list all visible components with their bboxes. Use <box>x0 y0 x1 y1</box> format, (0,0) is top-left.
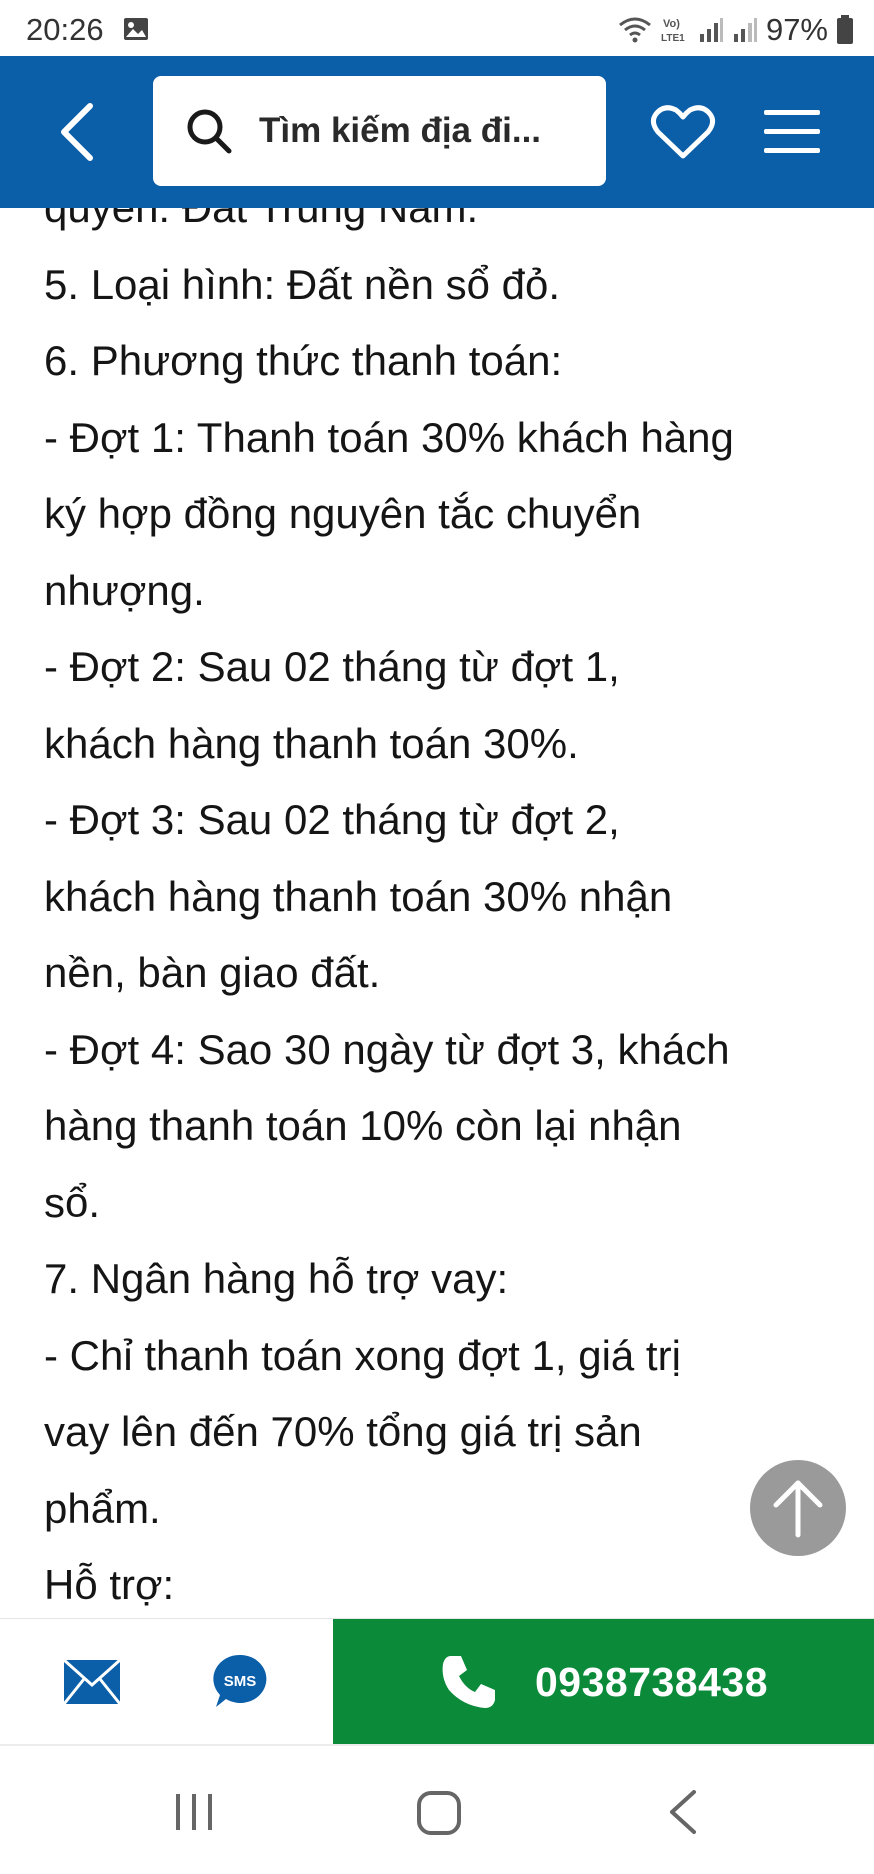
back-arrow-icon <box>61 103 93 161</box>
description-line: - Đợt 2: Sau 02 tháng từ đợt 1, <box>44 643 620 690</box>
description-line: 5. Loại hình: Đất nền sổ đỏ. <box>44 260 561 308</box>
wifi-icon <box>619 17 651 43</box>
listing-description: quyền: Đất Trung Nam. 5. Loại hình: Đất n… <box>0 208 874 1618</box>
status-bar: 20:26 Vo) LTE1 97% <box>0 0 874 56</box>
recent-apps-icon[interactable] <box>172 1790 216 1834</box>
status-time: 20:26 <box>26 12 104 47</box>
svg-text:Vo): Vo) <box>663 18 680 30</box>
email-icon[interactable] <box>62 1657 122 1707</box>
battery-icon <box>837 15 853 44</box>
signal-icon <box>699 18 723 42</box>
description-line: hàng thanh toán 10% còn lại nhận <box>44 1102 682 1149</box>
description-line: quyền: Đất Trung Nam. <box>44 208 844 247</box>
phone-number: 0938738438 <box>534 1658 769 1705</box>
description-line: khách hàng thanh toán 30%. <box>44 719 579 767</box>
description-line: phẩm. <box>44 1484 161 1532</box>
phone-icon <box>442 1656 495 1708</box>
call-button[interactable]: 0938738438 <box>333 1619 874 1745</box>
home-icon[interactable] <box>416 1790 462 1836</box>
arrow-up-icon <box>773 1480 823 1538</box>
description-line: - Đợt 1: Thanh toán 30% khách hàng <box>44 413 734 461</box>
contact-bar: SMS 0938738438 <box>0 1618 874 1745</box>
svg-text:LTE1: LTE1 <box>661 33 685 44</box>
heart-icon[interactable] <box>650 102 716 162</box>
back-button[interactable] <box>46 96 106 168</box>
battery-percent: 97% <box>765 12 828 47</box>
description-line: 6. Phương thức thanh toán: <box>44 337 563 384</box>
signal-icon <box>733 18 757 42</box>
description-line: - Chỉ thanh toán xong đợt 1, giá trị <box>44 1331 681 1379</box>
app-header: Tìm kiếm địa đi... <box>0 56 874 208</box>
volte-icon: Vo) LTE1 <box>661 18 685 44</box>
system-nav-bar <box>0 1744 874 1874</box>
description-line: Hỗ trợ: <box>44 1561 175 1608</box>
description-line: - Đợt 4: Sao 30 ngày từ đợt 3, khách <box>44 1025 730 1073</box>
description-line: vay lên đến 70% tổng giá trị sản <box>44 1408 642 1455</box>
svg-text:SMS: SMS <box>224 1673 257 1690</box>
scroll-top-button[interactable] <box>750 1460 846 1556</box>
description-line: nhượng. <box>44 566 205 614</box>
hamburger-menu-icon[interactable] <box>762 104 822 160</box>
description-line: khách hàng thanh toán 30% nhận <box>44 872 673 920</box>
description-line: 7. Ngân hàng hỗ trợ vay: <box>44 1255 509 1302</box>
description-line: ký hợp đồng nguyên tắc chuyển <box>44 490 642 537</box>
search-box[interactable]: Tìm kiếm địa đi... <box>153 76 606 186</box>
search-icon <box>187 109 232 154</box>
description-line: nền, bàn giao đất. <box>44 949 381 996</box>
gallery-icon <box>124 18 148 40</box>
sms-icon[interactable]: SMS <box>212 1653 268 1709</box>
back-icon[interactable] <box>666 1788 698 1836</box>
description-text: quyền: Đất Trung Nam. 5. Loại hình: Đất n… <box>44 208 844 1618</box>
description-line: - Đợt 3: Sau 02 tháng từ đợt 2, <box>44 796 620 843</box>
description-line: sổ. <box>44 1178 101 1226</box>
status-icons: Vo) LTE1 97% <box>618 12 854 48</box>
search-input[interactable]: Tìm kiếm địa đi... <box>259 111 541 151</box>
